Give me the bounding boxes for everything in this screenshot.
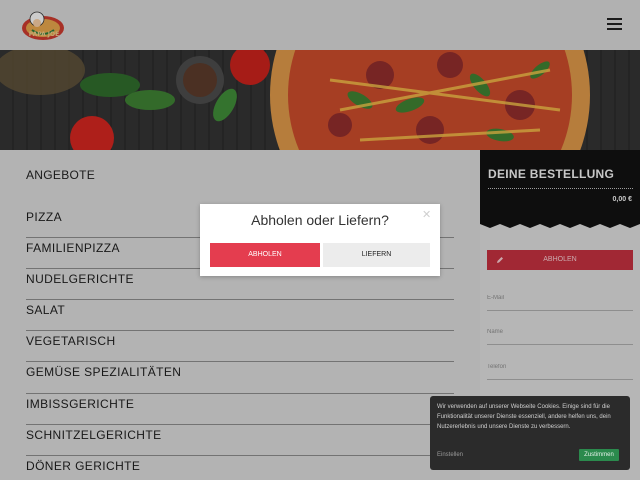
pickup-option-button[interactable]: ABHOLEN <box>210 243 320 267</box>
cookie-banner: Wir verwenden auf unserer Webseite Cooki… <box>430 396 630 470</box>
pickup-delivery-dialog: Abholen oder Liefern? ✕ ABHOLEN LIEFERN <box>200 204 440 276</box>
close-icon[interactable]: ✕ <box>422 208 431 221</box>
cookie-accept-button[interactable]: Zustimmen <box>579 449 619 461</box>
delivery-option-button[interactable]: LIEFERN <box>323 243 430 267</box>
cookie-text: Wir verwenden auf unserer Webseite Cooki… <box>437 404 611 431</box>
dialog-title: Abholen oder Liefern? <box>251 212 389 228</box>
cookie-settings-link[interactable]: Einstellen <box>437 452 463 458</box>
